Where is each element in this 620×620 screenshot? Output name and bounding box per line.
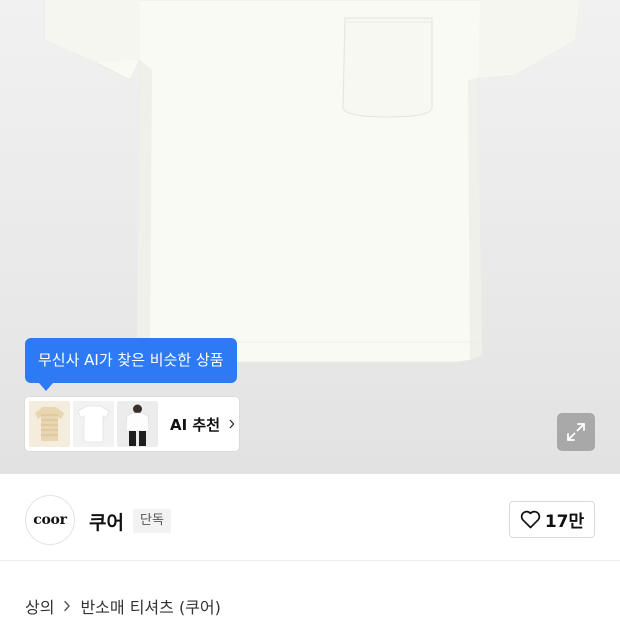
like-count: 17만 xyxy=(544,512,585,532)
product-image[interactable]: 무신사 AI가 찾은 비슷한 상품 AI 추천 xyxy=(0,0,620,474)
ai-thumb-white-tshirt[interactable] xyxy=(73,401,114,447)
chevron-right-icon xyxy=(229,419,235,429)
ai-thumb-beige-tshirt[interactable] xyxy=(29,401,70,447)
ai-recommend-label: AI 추천 xyxy=(170,415,221,434)
ai-similar-tooltip: 무신사 AI가 찾은 비슷한 상품 xyxy=(25,338,237,391)
expand-image-button[interactable] xyxy=(557,413,595,451)
section-divider xyxy=(0,560,620,561)
exclusive-badge: 단독 xyxy=(133,509,171,533)
brand-logo[interactable]: coor xyxy=(25,495,75,545)
brand-logo-text: coor xyxy=(33,512,67,528)
breadcrumb: 상의 반소매 티셔츠 (쿠어) xyxy=(25,594,221,618)
ai-recommend-button[interactable]: AI 추천 xyxy=(25,397,239,451)
like-button[interactable]: 17만 xyxy=(509,501,595,538)
ai-tooltip-text: 무신사 AI가 찾은 비슷한 상품 xyxy=(38,351,224,369)
chevron-right-icon xyxy=(64,600,71,612)
ai-thumb-model-tshirt[interactable] xyxy=(117,401,158,447)
breadcrumb-item-category[interactable]: 상의 xyxy=(25,594,54,618)
breadcrumb-item-subcategory[interactable]: 반소매 티셔츠 (쿠어) xyxy=(80,594,220,618)
expand-icon xyxy=(567,423,585,441)
brand-row: coor 쿠어 단독 17만 xyxy=(0,474,620,574)
brand-name-link[interactable]: 쿠어 xyxy=(89,508,124,535)
heart-icon xyxy=(520,510,541,529)
